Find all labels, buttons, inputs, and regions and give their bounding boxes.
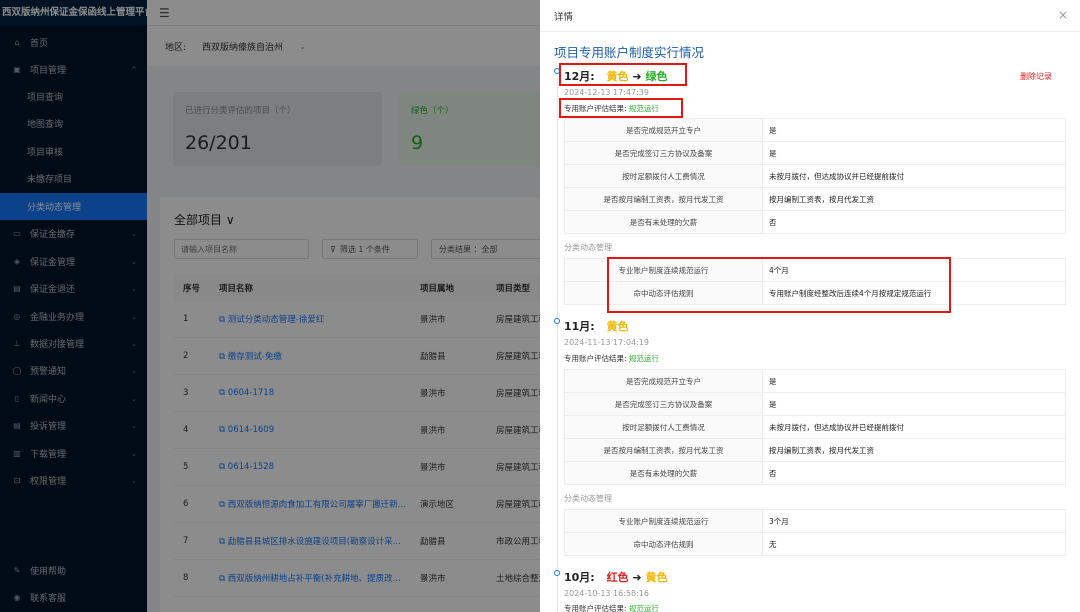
table-row: 是否按月编制工资表，按月代发工资 按月编制工资表，按月代发工资 xyxy=(564,187,1066,211)
table-row: 是否完成签订三方协议及备案是 xyxy=(564,141,1066,165)
record-timestamp: 2024-11-13 17:04:19 xyxy=(564,338,649,347)
detail-drawer: 详情 × 项目专用账户制度实行情况 12月: 黄色 ➜ 绿色 删除记录 2024… xyxy=(540,0,1080,612)
table-row: 是否有未处理的欠薪否 xyxy=(564,210,1066,234)
drawer-header: 详情 xyxy=(540,0,1080,32)
record-timestamp: 2024-10-13 16:58:16 xyxy=(564,589,649,598)
evaluation-result: 专用账户评估结果: 规范运行 xyxy=(564,354,659,363)
highlight-box-month xyxy=(559,63,687,86)
highlight-box-evaluation xyxy=(559,98,683,118)
section-label: 分类动态管理 xyxy=(564,243,612,252)
table-row: 是否完成规范开立专户是 xyxy=(564,369,1066,393)
table-row: 是否有未处理的欠薪否 xyxy=(564,461,1066,485)
record-month-title: 10月: 红色 ➜ 黄色 xyxy=(564,571,668,584)
close-icon[interactable]: × xyxy=(1058,8,1068,22)
delete-record-link[interactable]: 删除记录 xyxy=(1020,71,1052,82)
drawer-title: 项目专用账户制度实行情况 xyxy=(554,45,705,60)
timeline-dot xyxy=(554,318,560,324)
highlight-box-dynamic xyxy=(607,257,951,313)
table-row: 命中动态评估规则无 xyxy=(564,532,1066,556)
arrow-right-icon: ➜ xyxy=(632,571,642,584)
evaluation-result: 专用账户评估结果: 规范运行 xyxy=(564,604,659,612)
dynamic-management-table: 专业账户制度连续规范运行 3个月 命中动态评估规则无 xyxy=(564,509,1066,556)
table-row: 按时足额拨付人工费情况 未按月拨付，但达成协议并已经提前拨付 xyxy=(564,164,1066,188)
table-row: 按时足额拨付人工费情况 未按月拨付，但达成协议并已经提前拨付 xyxy=(564,415,1066,439)
record-month-title: 11月: 黄色 xyxy=(564,320,629,333)
table-row: 是否完成签订三方协议及备案是 xyxy=(564,392,1066,416)
section-label: 分类动态管理 xyxy=(564,494,612,503)
timeline-line xyxy=(556,78,558,612)
table-row: 是否按月编制工资表，按月代发工资 按月编制工资表，按月代发工资 xyxy=(564,438,1066,462)
account-info-table: 是否完成规范开立专户是 是否完成签订三方协议及备案是 按时足额拨付人工费情况 未按… xyxy=(564,118,1066,234)
table-row: 专业账户制度连续规范运行 3个月 xyxy=(564,509,1066,533)
table-row: 是否完成规范开立专户是 xyxy=(564,118,1066,142)
modal-mask[interactable] xyxy=(0,0,540,612)
account-info-table: 是否完成规范开立专户是 是否完成签订三方协议及备案是 按时足额拨付人工费情况 未按… xyxy=(564,369,1066,485)
timeline-dot xyxy=(554,570,560,576)
record-timestamp: 2024-12-13 17:47:39 xyxy=(564,88,649,97)
